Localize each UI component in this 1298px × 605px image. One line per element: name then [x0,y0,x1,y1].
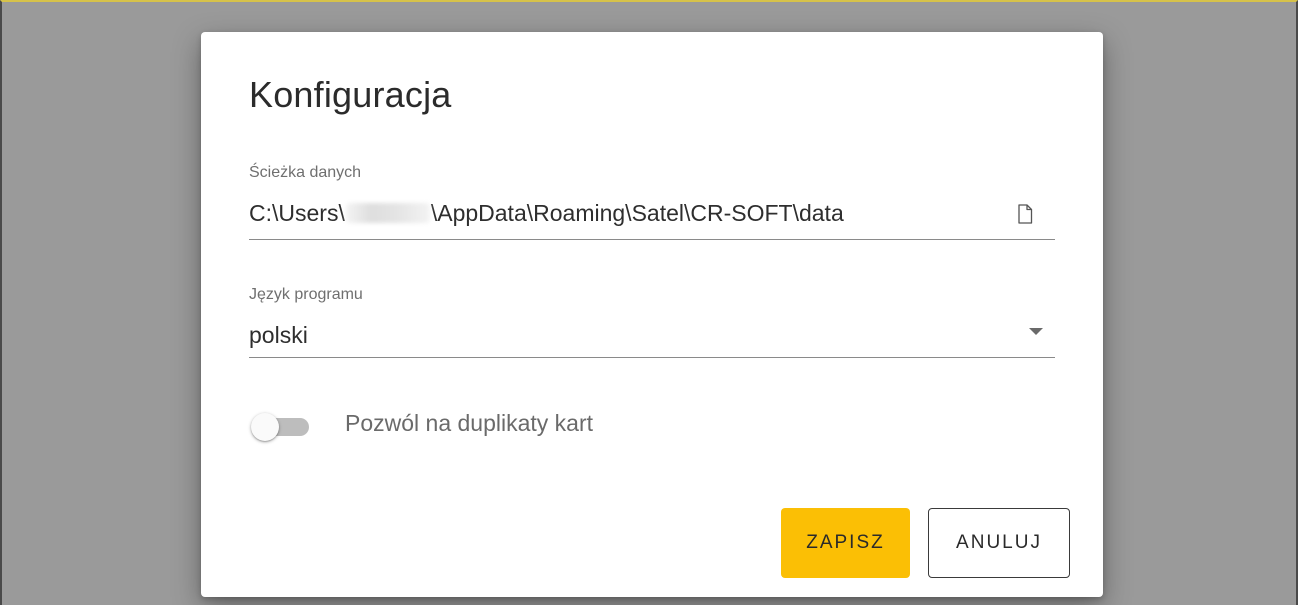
language-label: Język programu [249,286,363,303]
data-path-label: Ścieżka danych [249,164,362,181]
data-path-input[interactable]: C:\Users\ \AppData\Roaming\Satel\CR-SOFT\… [249,200,844,227]
allow-duplicate-cards-toggle[interactable] [249,412,319,442]
data-path-suffix: \AppData\Roaming\Satel\CR-SOFT\data [430,200,844,226]
language-underline [249,357,1055,358]
toggle-thumb[interactable] [251,413,279,441]
data-path-underline [249,239,1055,240]
dropdown-arrow-icon[interactable] [1029,328,1043,335]
language-value[interactable]: polski [249,322,308,349]
data-path-prefix: C:\Users\ [249,200,345,226]
data-path-field[interactable]: Ścieżka danych C:\Users\ \AppData\Roaming… [249,164,1055,244]
configuration-dialog: Konfiguracja Ścieżka danych C:\Users\ \Ap… [201,32,1103,597]
dialog-title: Konfiguracja [249,74,452,115]
allow-duplicate-cards-label[interactable]: Pozwól na duplikaty kart [345,410,593,437]
modal-overlay: Konfiguracja Ścieżka danych C:\Users\ \Ap… [0,0,1298,605]
save-button[interactable]: ZAPISZ [781,508,910,578]
file-icon[interactable] [1017,204,1033,224]
language-select[interactable]: Język programu polski [249,286,1055,366]
cancel-button[interactable]: ANULUJ [928,508,1070,578]
redacted-username [345,203,430,223]
